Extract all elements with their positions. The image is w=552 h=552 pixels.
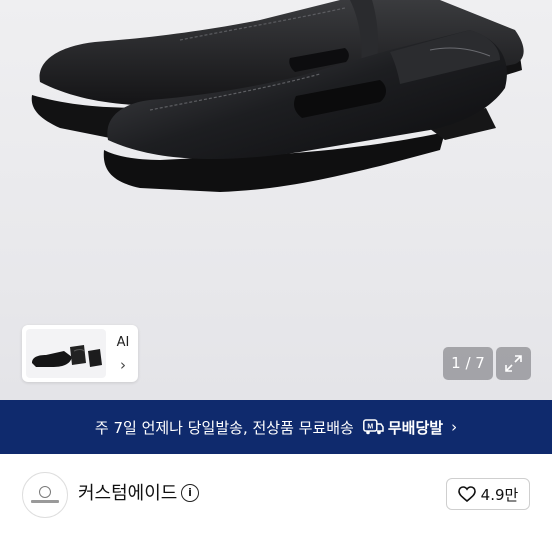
heart-icon	[457, 486, 476, 502]
ai-thumbnail-button[interactable]: AI ›	[112, 335, 134, 375]
ai-label: AI	[116, 335, 130, 350]
seller-name[interactable]: 커스텀에이드	[78, 482, 177, 506]
expand-icon	[505, 355, 522, 372]
shipping-banner[interactable]: 주 7일 언제나 당일발송, 전상품 무료배송 M 무배당발 ›	[0, 400, 552, 454]
seller-logo-mark	[39, 486, 51, 498]
same-day-shipping-badge: M 무배당발	[362, 417, 444, 438]
chevron-right-icon: ›	[451, 418, 458, 436]
like-count: 4.9만	[480, 485, 519, 504]
like-button[interactable]: 4.9만	[446, 478, 530, 510]
chevron-right-icon: ›	[120, 356, 126, 374]
banner-text: 주 7일 언제나 당일발송, 전상품 무료배송	[94, 418, 354, 437]
seller-logo-text	[31, 500, 59, 503]
seller-avatar[interactable]	[22, 472, 68, 518]
expand-image-button[interactable]	[496, 347, 531, 380]
product-image-gallery[interactable]: AI › 1 / 7	[0, 0, 552, 400]
thumbnail-image[interactable]	[26, 329, 106, 378]
seller-row[interactable]: 커스텀에이드 i 4.9만	[0, 454, 552, 552]
thumbnail-shoes	[32, 345, 102, 367]
delivery-truck-icon: M	[362, 419, 384, 435]
info-icon[interactable]: i	[181, 484, 199, 502]
svg-text:M: M	[367, 424, 373, 431]
badge-label: 무배당발	[387, 418, 444, 437]
thumbnail-strip[interactable]: AI ›	[22, 325, 138, 382]
image-page-counter: 1 / 7	[443, 347, 493, 380]
